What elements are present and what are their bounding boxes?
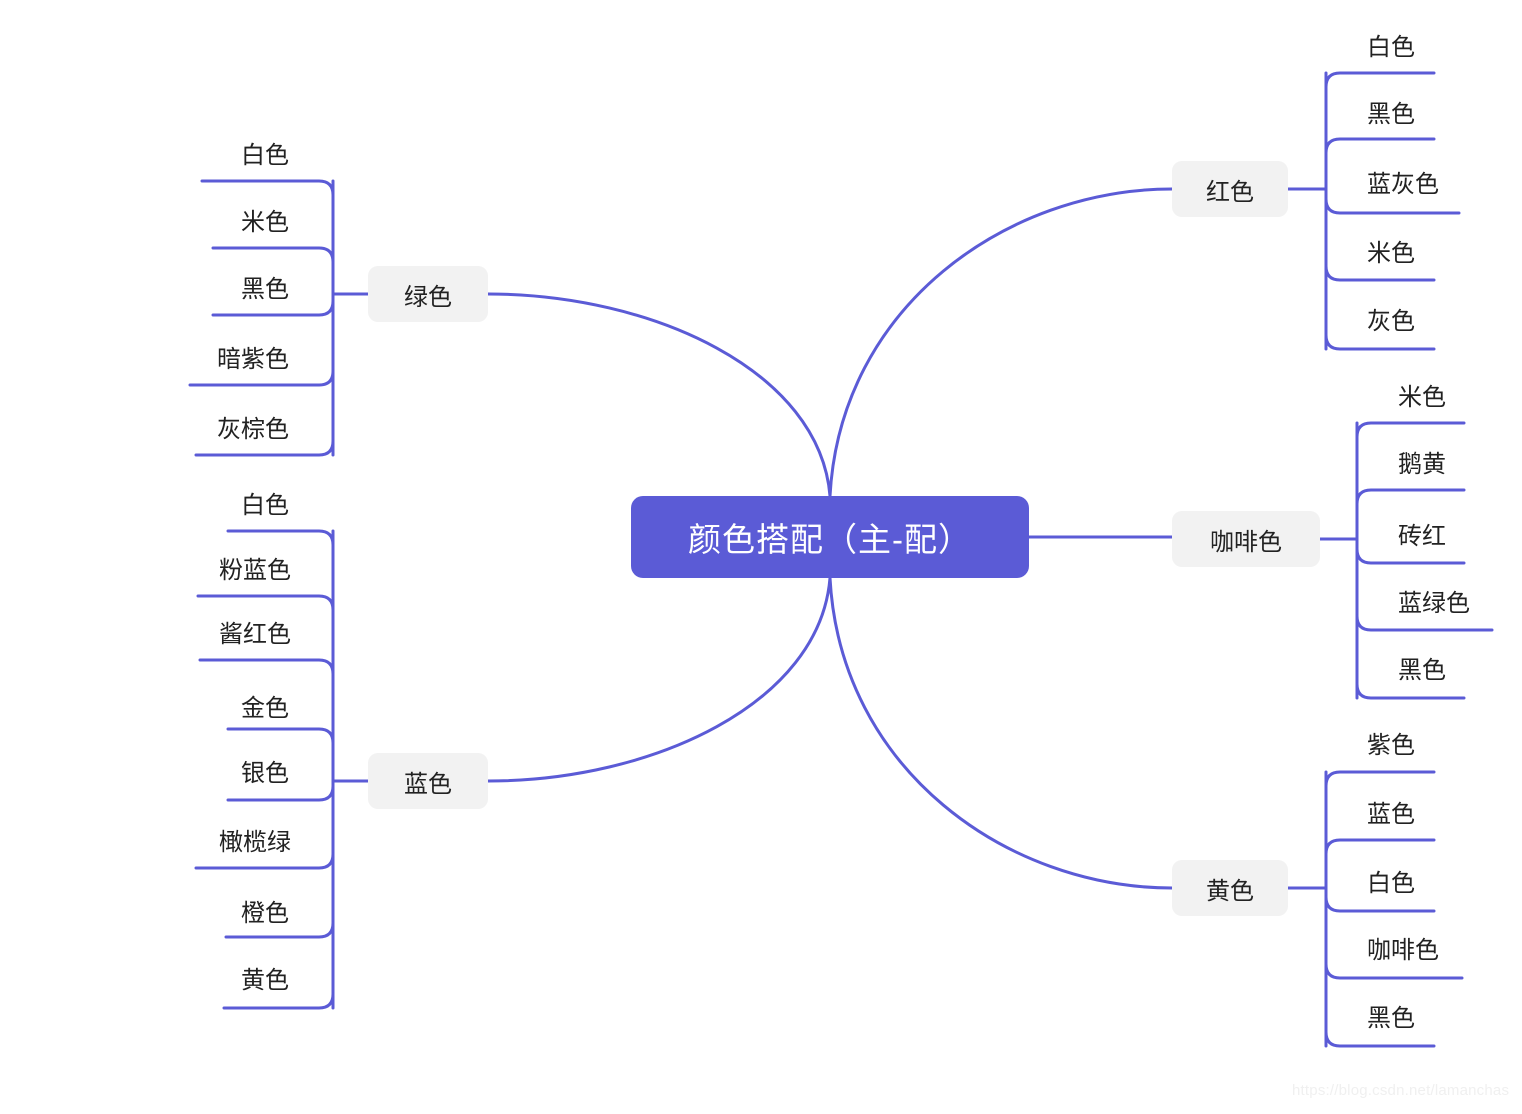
leaf-label-green-2[interactable]: 黑色 (0, 278, 289, 302)
branch-node-label: 绿色 (404, 283, 452, 311)
leaf-line-green-1 (211, 246, 335, 264)
leaf-label-blue-4[interactable]: 银色 (0, 762, 289, 786)
trunk-blue (486, 576, 832, 783)
leaf-line-yellow-0 (1324, 770, 1436, 788)
leaf-line-blue-1 (196, 594, 335, 612)
leaf-line-blue-4 (226, 784, 335, 802)
trunk-green (486, 292, 832, 498)
leaf-label-green-1[interactable]: 米色 (0, 211, 289, 235)
leaf-line-green-0 (200, 179, 335, 197)
trunk-red (828, 187, 1174, 498)
leaf-label-green-4[interactable]: 灰棕色 (0, 418, 289, 442)
leaf-label-yellow-2[interactable]: 白色 (1367, 872, 1415, 896)
leaf-label-yellow-3[interactable]: 咖啡色 (1367, 939, 1439, 963)
leaf-label-blue-2[interactable]: 酱红色 (0, 623, 291, 647)
leaf-line-red-0 (1324, 71, 1436, 89)
leaf-label-blue-3[interactable]: 金色 (0, 697, 289, 721)
leaf-label-red-3[interactable]: 米色 (1367, 242, 1415, 266)
leaf-label-red-4[interactable]: 灰色 (1367, 310, 1415, 334)
branch-node-green[interactable]: 绿色 (368, 266, 488, 322)
leaf-line-yellow-1 (1324, 838, 1436, 856)
leaf-line-blue-5 (194, 852, 335, 870)
leaf-line-red-3 (1324, 264, 1436, 282)
leaf-label-coffee-2[interactable]: 砖红 (1398, 525, 1446, 549)
leaf-line-red-2 (1324, 197, 1461, 215)
root-node[interactable]: 颜色搭配（主-配） (631, 496, 1029, 578)
branch-node-yellow[interactable]: 黄色 (1172, 860, 1288, 916)
branch-node-label: 咖啡色 (1210, 528, 1282, 556)
leaf-line-yellow-2 (1324, 895, 1436, 913)
leaf-label-yellow-1[interactable]: 蓝色 (1367, 803, 1415, 827)
leaf-line-green-4 (194, 439, 335, 457)
leaf-label-blue-0[interactable]: 白色 (0, 494, 289, 518)
leaf-label-yellow-0[interactable]: 紫色 (1367, 734, 1415, 758)
leaf-line-green-3 (188, 369, 335, 387)
leaf-label-blue-5[interactable]: 橄榄绿 (0, 831, 291, 855)
leaf-line-coffee-1 (1355, 488, 1466, 506)
leaf-label-coffee-3[interactable]: 蓝绿色 (1398, 592, 1470, 616)
branch-node-red[interactable]: 红色 (1172, 161, 1288, 217)
branch-node-blue[interactable]: 蓝色 (368, 753, 488, 809)
leaf-line-coffee-3 (1355, 614, 1494, 632)
leaf-label-coffee-4[interactable]: 黑色 (1398, 659, 1446, 683)
leaf-line-green-2 (211, 299, 335, 317)
leaf-label-green-3[interactable]: 暗紫色 (0, 348, 289, 372)
watermark: https://blog.csdn.net/lamanchas (1292, 1082, 1510, 1099)
leaf-line-coffee-4 (1355, 682, 1466, 700)
leaf-label-coffee-1[interactable]: 鹅黄 (1398, 453, 1446, 477)
leaf-line-blue-3 (226, 727, 335, 745)
leaf-label-green-0[interactable]: 白色 (0, 144, 289, 168)
branch-node-coffee[interactable]: 咖啡色 (1172, 511, 1320, 567)
leaf-label-red-0[interactable]: 白色 (1367, 36, 1415, 60)
leaf-line-red-4 (1324, 333, 1436, 351)
branch-node-label: 蓝色 (404, 770, 452, 798)
trunk-yellow (828, 576, 1174, 890)
root-node-label: 颜色搭配（主-配） (688, 521, 972, 558)
branch-node-label: 红色 (1206, 178, 1254, 206)
leaf-line-yellow-3 (1324, 962, 1464, 980)
mindmap-canvas: 颜色搭配（主-配） 绿色 白色 米色 黑色 暗紫色 灰棕色 蓝色 白色 粉蓝色 酱红色 金色 银色 橄榄绿… (0, 0, 1522, 1114)
leaf-label-red-2[interactable]: 蓝灰色 (1367, 173, 1439, 197)
leaf-line-coffee-0 (1355, 421, 1466, 439)
leaf-line-red-1 (1324, 137, 1436, 155)
leaf-line-blue-2 (198, 658, 335, 676)
leaf-label-blue-1[interactable]: 粉蓝色 (0, 559, 291, 583)
leaf-label-red-1[interactable]: 黑色 (1367, 103, 1415, 127)
leaf-line-coffee-2 (1355, 547, 1466, 565)
leaf-line-blue-0 (226, 529, 335, 547)
leaf-label-blue-6[interactable]: 橙色 (0, 902, 289, 926)
branch-node-label: 黄色 (1206, 877, 1254, 905)
leaf-line-yellow-4 (1324, 1030, 1436, 1048)
leaf-label-coffee-0[interactable]: 米色 (1398, 386, 1446, 410)
leaf-label-yellow-4[interactable]: 黑色 (1367, 1007, 1415, 1031)
leaf-label-blue-7[interactable]: 黄色 (0, 969, 289, 993)
leaf-line-blue-7 (222, 992, 335, 1010)
